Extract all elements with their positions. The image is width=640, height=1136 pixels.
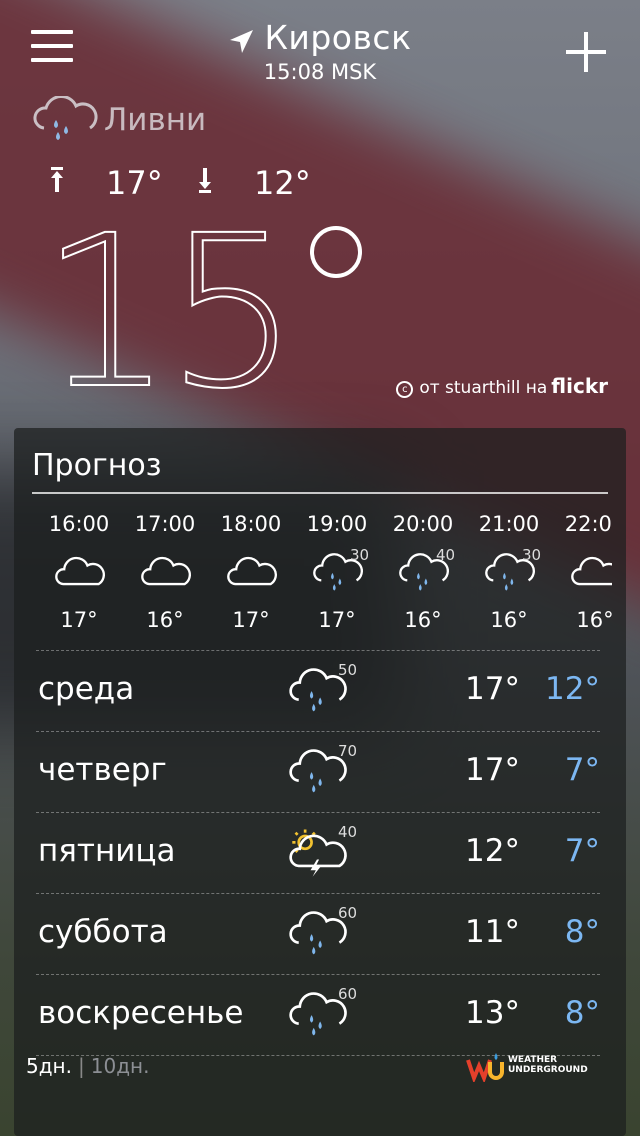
hour-time: 16:00 (48, 512, 110, 536)
precip-chance: 30 (522, 546, 542, 564)
divider (32, 492, 608, 494)
day-row[interactable]: пятница 40 12° 7° (36, 812, 600, 893)
day-row[interactable]: суббота 60 11° 8° (36, 893, 600, 974)
daily-forecast: среда 50 17° 12° четверг 70 17° 7° пятница 40 12° 7… (36, 650, 600, 1056)
precip-chance: 60 (338, 904, 358, 922)
hour-temp: 16° (146, 608, 184, 632)
precip-chance: 60 (338, 985, 358, 1003)
day-row[interactable]: среда 50 17° 12° (36, 650, 600, 731)
hour-time: 18:00 (220, 512, 282, 536)
cloud-icon (141, 556, 191, 586)
hour-temp: 16° (490, 608, 528, 632)
forecast-panel: Прогноз 16:00 17° 17:00 16° 18:00 17° 19:00 30 1… (14, 428, 626, 1136)
condition-label: Ливни (104, 102, 207, 138)
hour-time: 22:00 (564, 512, 612, 536)
precip-chance: 50 (338, 661, 358, 679)
rain-cloud-icon (33, 96, 98, 140)
city-title: Кировск (0, 18, 640, 57)
flickr-logo: flickr (551, 374, 608, 398)
day-name: четверг (38, 752, 167, 788)
day-name: среда (38, 671, 135, 707)
day-name: пятница (38, 833, 176, 869)
day-low: 8° (564, 995, 600, 1031)
photo-credit[interactable]: c от stuarthill на flickr (396, 374, 608, 398)
hour-temp: 16° (576, 608, 612, 632)
day-low: 8° (564, 914, 600, 950)
hour-time: 20:00 (392, 512, 454, 536)
tab-5-days[interactable]: 5дн. (26, 1054, 72, 1078)
precip-chance: 40 (338, 823, 358, 841)
day-low: 12° (545, 671, 600, 707)
wu-logo-icon (466, 1053, 504, 1084)
day-high: 11° (465, 914, 520, 950)
precip-chance: 70 (338, 742, 358, 760)
hour-time: 21:00 (478, 512, 540, 536)
hour-time: 19:00 (306, 512, 368, 536)
forecast-title: Прогноз (32, 448, 162, 483)
city-name: Кировск (264, 18, 412, 57)
day-row[interactable]: воскресенье 60 13° 8° (36, 974, 600, 1055)
tab-10-days[interactable]: 10дн. (91, 1054, 150, 1078)
day-low: 7° (564, 752, 600, 788)
degree-symbol (310, 226, 362, 278)
hour-temp: 17° (60, 608, 98, 632)
day-row[interactable]: четверг 70 17° 7° (36, 731, 600, 812)
cloud-icon (227, 556, 277, 586)
copyright-icon: c (396, 381, 414, 398)
day-high: 12° (465, 833, 520, 869)
weather-underground-logo[interactable]: WEATHER UNDERGROUND (466, 1052, 606, 1084)
local-time: 15:08 MSK (263, 60, 377, 84)
day-name: воскресенье (38, 995, 244, 1031)
day-name: суббота (38, 914, 168, 950)
hourly-forecast[interactable]: 16:00 17° 17:00 16° 18:00 17° 19:00 30 17° 20:00 4… (14, 512, 612, 642)
hour-temp: 17° (318, 608, 356, 632)
top-bar: Кировск 15:08 MSK (0, 0, 640, 100)
cloud-icon (571, 556, 612, 586)
current-temperature: 15 (39, 190, 300, 435)
hour-time: 17:00 (134, 512, 196, 536)
day-high: 17° (465, 752, 520, 788)
location-arrow-icon (230, 29, 254, 53)
day-low: 7° (564, 833, 600, 869)
day-high: 17° (465, 671, 520, 707)
cloud-icon (55, 556, 105, 586)
day-high: 13° (465, 995, 520, 1031)
hour-temp: 16° (404, 608, 442, 632)
add-city-icon[interactable] (566, 32, 606, 72)
hour-temp: 17° (232, 608, 270, 632)
precip-chance: 30 (350, 546, 370, 564)
precip-chance: 40 (436, 546, 456, 564)
forecast-range-tabs: 5дн. | 10дн. (26, 1054, 150, 1078)
